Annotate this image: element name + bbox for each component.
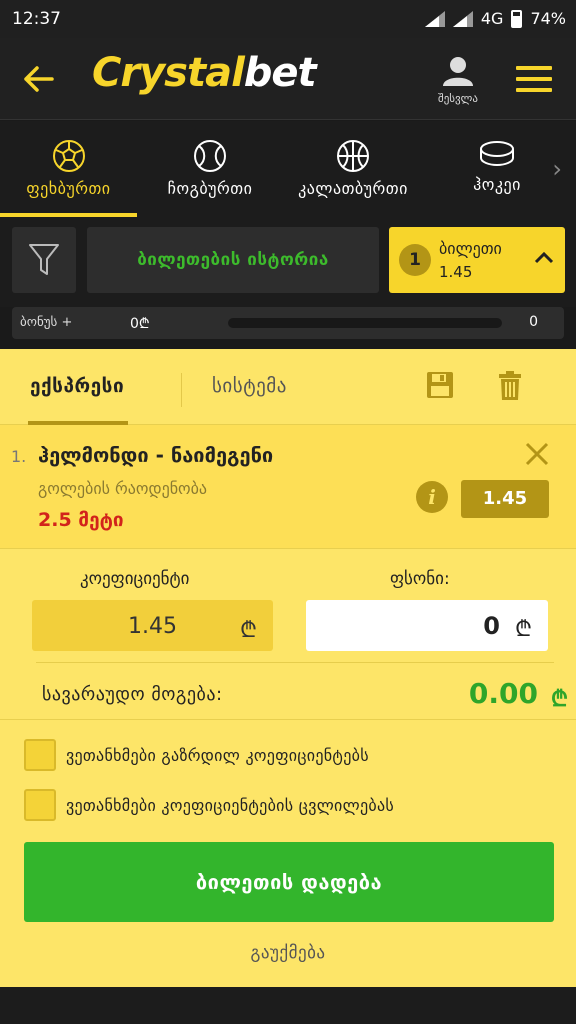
slip-toolbar: ბილეთების ისტორია 1 ბილეთი 1.45: [0, 217, 576, 307]
bonus-value: 0: [529, 314, 538, 330]
bet-item: 1. ჰელმონდი - ნაიმეგენი გოლების რაოდენობ…: [0, 425, 576, 549]
tab-tennis[interactable]: ჩოგბურთი: [148, 121, 272, 217]
checkbox[interactable]: [24, 789, 56, 821]
bet-index: 1.: [11, 447, 27, 466]
slip-tabs: ექსპრესი სისტემა: [0, 349, 576, 425]
place-bet-button[interactable]: ბილეთის დადება: [24, 842, 554, 922]
tab-soccer-label: ფეხბურთი: [26, 179, 111, 198]
floppy-disk-icon: [427, 372, 453, 398]
tab-express[interactable]: ექსპრესი: [27, 375, 129, 425]
tennis-ball-icon: [194, 140, 226, 172]
hamburger-menu-button[interactable]: [516, 66, 552, 96]
menu-icon-bar: [516, 88, 552, 92]
bonus-progress-track: [228, 318, 502, 328]
accept-increased-odds-label: ვეთანხმები გაზრდილ კოეფიციენტებს: [66, 745, 369, 765]
stake-label: ფსონი:: [390, 569, 450, 589]
funnel-icon: [29, 244, 59, 275]
stake-section: კოეფიციენტი ფსონი: 1.45 ₾ 0 ₾ სავარაუდო …: [0, 549, 576, 719]
divider: [36, 662, 554, 663]
tab-soccer[interactable]: ფეხბურთი: [0, 121, 137, 217]
stake-value: 0: [483, 612, 500, 640]
status-time: 12:37: [12, 9, 61, 29]
chevron-up-icon: [534, 251, 554, 264]
trash-icon: [499, 371, 521, 400]
bet-market: გოლების რაოდენობა: [38, 479, 208, 498]
tab-hockey-label: ჰოკეი: [473, 175, 521, 194]
chevron-right-icon[interactable]: ›: [552, 155, 562, 183]
ticket-history-button[interactable]: ბილეთების ისტორია: [87, 227, 379, 293]
arrow-left-icon: [24, 66, 54, 92]
accept-increased-odds-option[interactable]: ვეთანხმები გაზრდილ კოეფიციენტებს: [24, 738, 369, 772]
accept-odds-change-option[interactable]: ვეთანხმები კოეფიციენტების ცვლილებას: [24, 788, 394, 822]
possible-win-value: 0.00: [468, 677, 538, 710]
signal-icon: [424, 10, 445, 27]
login-label: შესვლა: [438, 92, 478, 105]
acceptance-options: ვეთანხმები გაზრდილ კოეფიციენტებს ვეთანხმ…: [0, 719, 576, 829]
coefficient-value: 1.45: [128, 614, 177, 639]
save-button[interactable]: [426, 371, 454, 403]
user-icon: [443, 57, 473, 86]
stake-input[interactable]: 0 ₾: [306, 600, 548, 651]
bonus-bar: ბონუს + 0₾ 0: [12, 307, 564, 339]
tab-tennis-label: ჩოგბურთი: [167, 179, 253, 198]
remove-bet-button[interactable]: [524, 441, 550, 471]
crystalbet-logo[interactable]: Crystalbet: [92, 50, 317, 96]
signal-icon: [452, 10, 473, 27]
bottom-bar: [0, 987, 576, 1024]
ticket-count-badge: 1: [399, 244, 431, 276]
accept-odds-change-label: ვეთანხმები კოეფიციენტების ცვლილებას: [66, 795, 395, 815]
bet-match: ჰელმონდი - ნაიმეგენი: [38, 443, 274, 467]
menu-icon-bar: [516, 66, 552, 70]
basketball-icon: [337, 140, 369, 172]
checkbox[interactable]: [24, 739, 56, 771]
coefficient-label: კოეფიციენტი: [80, 569, 190, 589]
bet-odds: 1.45: [461, 480, 549, 518]
tab-basketball-label: კალათბურთი: [298, 179, 408, 198]
hockey-puck-icon: [480, 141, 514, 167]
sport-tabs: ფეხბურთი ჩოგბურთი კალათბურთი ჰოკეი ›: [0, 121, 576, 217]
bonus-amount: 0₾: [130, 316, 150, 332]
status-bar: 12:37 4G 74%: [0, 0, 576, 38]
bet-pick: 2.5 მეტი: [38, 509, 124, 531]
coefficient-field: 1.45 ₾: [32, 600, 273, 651]
app-header: Crystalbet შესვლა: [0, 38, 576, 120]
close-icon: [525, 442, 549, 466]
cancel-button[interactable]: გაუქმება: [0, 943, 576, 963]
ticket-toggle-button[interactable]: 1 ბილეთი 1.45: [389, 227, 565, 293]
delete-all-button[interactable]: [498, 371, 522, 405]
battery-icon: [511, 9, 523, 28]
back-button[interactable]: [22, 64, 56, 94]
lari-currency-icon: ₾: [515, 617, 532, 642]
filter-button[interactable]: [12, 227, 76, 293]
tab-system[interactable]: სისტემა: [212, 375, 287, 397]
lari-currency-icon: ₾: [240, 618, 257, 643]
bet-slip: ექსპრესი სისტემა 1. ჰელმონდი - ნაიმეგენი…: [0, 349, 576, 987]
network-type: 4G: [480, 9, 504, 28]
info-icon[interactable]: i: [416, 481, 448, 513]
ticket-odds: 1.45: [439, 263, 473, 281]
soccer-ball-icon: [52, 140, 85, 172]
tab-hockey[interactable]: ჰოკეი: [462, 121, 532, 217]
ticket-label: ბილეთი: [439, 239, 502, 258]
tab-divider: [181, 373, 182, 407]
bonus-label: ბონუს +: [20, 315, 73, 330]
battery-level: 74%: [530, 9, 566, 28]
lari-currency-icon: ₾: [551, 687, 568, 712]
tab-basketball[interactable]: კალათბურთი: [284, 121, 422, 217]
login-button[interactable]: შესვლა: [428, 56, 488, 110]
menu-icon-bar: [516, 77, 552, 81]
possible-win-label: სავარაუდო მოგება:: [42, 684, 223, 705]
